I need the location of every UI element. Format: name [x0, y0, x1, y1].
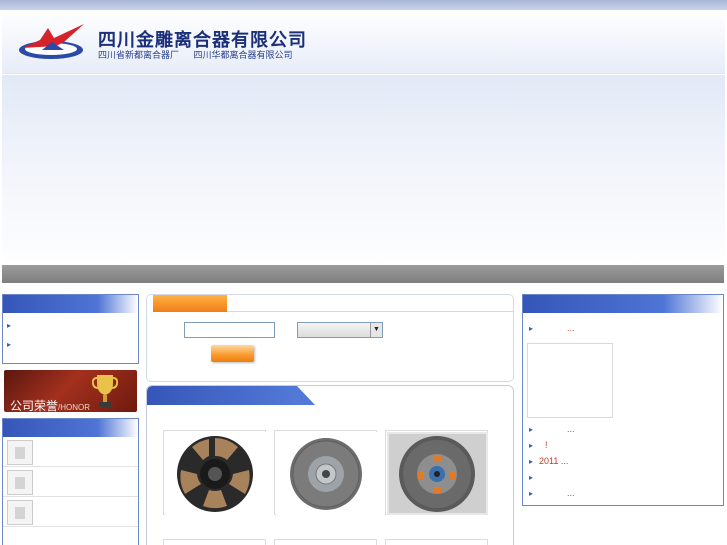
- news-list: ... ! 2011 ... ...: [523, 424, 723, 504]
- page: 四川金雕离合器有限公司 四川省新都离合器厂 四川华都离合器有限公司 公司荣誉/H…: [0, 0, 727, 545]
- left-product-header: [3, 419, 138, 437]
- trophy-icon: [92, 375, 118, 407]
- product-card[interactable]: [274, 539, 377, 545]
- list-item[interactable]: [3, 497, 138, 527]
- left-product-panel: [2, 418, 139, 545]
- news-item[interactable]: [527, 472, 719, 488]
- product-header: [147, 386, 315, 405]
- left-menu-list: [3, 313, 138, 363]
- search-panel: ▼: [146, 294, 514, 382]
- thumbnail-icon: [7, 440, 33, 465]
- top-strip: [0, 0, 727, 10]
- left-menu-header: [3, 295, 138, 313]
- banner: [2, 75, 725, 265]
- news-item-text: 2011 ...: [539, 456, 569, 466]
- honor-title-cn: 公司荣誉: [10, 399, 59, 412]
- search-input[interactable]: [184, 322, 275, 338]
- chevron-down-icon[interactable]: ▼: [370, 323, 382, 337]
- news-item[interactable]: !: [527, 440, 719, 456]
- nav-bar: [2, 265, 724, 283]
- clutch-disc-image: [276, 432, 377, 515]
- news-item[interactable]: ...: [527, 323, 719, 339]
- right-news-header: [523, 295, 723, 313]
- news-item-text: ...: [567, 323, 575, 333]
- eagle-logo-icon[interactable]: [18, 22, 88, 60]
- right-news-panel: ... ... ! 2011 ... ...: [522, 294, 724, 506]
- honor-title-en: /HONOR: [58, 403, 91, 412]
- product-card[interactable]: [385, 539, 488, 545]
- honor-title: 公司荣誉/HONOR: [10, 397, 90, 412]
- company-subtitles: 四川省新都离合器厂 四川华都离合器有限公司: [98, 48, 305, 61]
- news-item[interactable]: ...: [527, 424, 719, 440]
- honor-banner[interactable]: 公司荣誉/HONOR: [4, 370, 137, 412]
- news-item-text: !: [545, 440, 548, 450]
- search-divider: [227, 311, 513, 312]
- search-tab: [153, 295, 227, 312]
- news-item-text: ...: [567, 424, 575, 434]
- product-card[interactable]: [274, 430, 377, 515]
- category-select[interactable]: ▼: [297, 322, 383, 338]
- clutch-disc-image: [165, 432, 266, 515]
- left-menu-panel: [2, 294, 139, 364]
- news-image[interactable]: [527, 343, 613, 418]
- list-item[interactable]: [3, 467, 138, 497]
- clutch-disc-image: [387, 432, 488, 515]
- product-card[interactable]: [163, 539, 266, 545]
- product-card[interactable]: [163, 430, 266, 515]
- site-header: 四川金雕离合器有限公司 四川省新都离合器厂 四川华都离合器有限公司: [2, 10, 725, 74]
- thumbnail-icon: [7, 500, 33, 525]
- news-item-text: ...: [567, 488, 575, 498]
- left-menu-item[interactable]: [7, 338, 134, 357]
- news-item[interactable]: 2011 ...: [527, 456, 719, 472]
- product-panel: [146, 385, 514, 545]
- left-menu-item[interactable]: [7, 319, 134, 338]
- product-card[interactable]: [385, 430, 488, 515]
- news-item[interactable]: ...: [527, 488, 719, 504]
- list-item[interactable]: [3, 437, 138, 467]
- thumbnail-icon: [7, 470, 33, 495]
- search-button[interactable]: [211, 345, 254, 362]
- news-list: ...: [523, 313, 723, 339]
- sub-name-2: 四川华都离合器有限公司: [193, 50, 293, 60]
- sub-name-1: 四川省新都离合器厂: [98, 50, 180, 60]
